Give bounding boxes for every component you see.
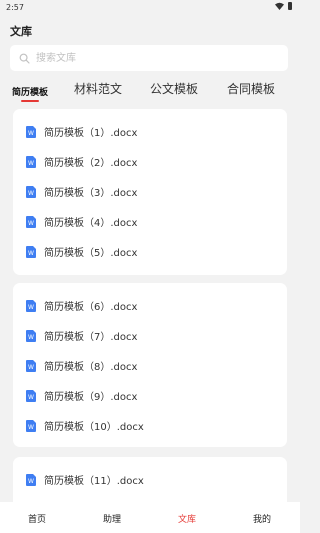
nav-assistant[interactable]: 助理 — [103, 512, 121, 525]
tab-resume-templates[interactable]: 简历模板 — [12, 85, 49, 102]
word-document-icon: W — [26, 155, 36, 168]
search-icon — [19, 53, 30, 64]
tab-official-templates[interactable]: 公文模板 — [150, 80, 198, 97]
nav-home[interactable]: 首页 — [28, 512, 46, 525]
file-row[interactable]: W 简历模板（10）.docx — [26, 418, 144, 433]
battery-icon — [288, 2, 292, 10]
word-document-icon: W — [26, 125, 36, 138]
file-name: 简历模板（8）.docx — [44, 362, 138, 373]
word-document-icon: W — [26, 389, 36, 402]
search-bar[interactable] — [10, 45, 288, 71]
file-row[interactable]: W 简历模板（3）.docx — [26, 184, 137, 199]
svg-text:W: W — [28, 220, 34, 227]
svg-text:W: W — [28, 304, 34, 311]
active-tab-indicator — [21, 100, 39, 102]
tab-label: 简历模板 — [12, 88, 49, 98]
file-name: 简历模板（4）.docx — [44, 218, 138, 229]
file-group-card: W 简历模板（1）.docx W 简历模板（2）.docx W 简历模板（3）.… — [13, 109, 287, 275]
tab-contract-templates[interactable]: 合同模板 — [227, 80, 275, 97]
search-input[interactable] — [34, 51, 268, 65]
svg-text:W: W — [28, 130, 34, 137]
svg-text:W: W — [28, 394, 34, 401]
file-name: 简历模板（2）.docx — [44, 158, 138, 169]
svg-text:W: W — [28, 478, 34, 485]
file-row[interactable]: W 简历模板（1）.docx — [26, 124, 137, 139]
file-row[interactable]: W 简历模板（6）.docx — [26, 298, 137, 313]
file-name: 简历模板（3）.docx — [44, 188, 138, 199]
file-row[interactable]: W 简历模板（4）.docx — [26, 214, 137, 229]
word-document-icon: W — [26, 185, 36, 198]
word-document-icon: W — [26, 299, 36, 312]
nav-library[interactable]: 文库 — [178, 512, 196, 525]
word-document-icon: W — [26, 419, 36, 432]
page-title: 文库 — [10, 25, 32, 38]
file-name: 简历模板（5）.docx — [44, 248, 138, 259]
file-name: 简历模板（7）.docx — [44, 332, 138, 343]
svg-text:W: W — [28, 160, 34, 167]
word-document-icon: W — [26, 245, 36, 258]
file-row[interactable]: W 简历模板（2）.docx — [26, 154, 137, 169]
nav-profile[interactable]: 我的 — [253, 512, 271, 525]
status-bar: 2:57 — [0, 0, 300, 14]
word-document-icon: W — [26, 473, 36, 486]
file-row[interactable]: W 简历模板（11）.docx — [26, 472, 144, 487]
wifi-icon — [275, 2, 284, 10]
category-tabs: 简历模板 材料范文 公文模板 合同模板 — [0, 80, 300, 102]
svg-text:W: W — [28, 250, 34, 257]
file-name: 简历模板（10）.docx — [44, 422, 144, 433]
tab-label: 合同模板 — [227, 82, 276, 96]
word-document-icon: W — [26, 329, 36, 342]
tab-label: 材料范文 — [74, 82, 123, 96]
tab-material-samples[interactable]: 材料范文 — [74, 80, 122, 97]
tab-label: 公文模板 — [150, 82, 199, 96]
status-icons — [275, 2, 292, 10]
file-name: 简历模板（11）.docx — [44, 476, 144, 487]
svg-text:W: W — [28, 424, 34, 431]
word-document-icon: W — [26, 359, 36, 372]
file-row[interactable]: W 简历模板（9）.docx — [26, 388, 137, 403]
svg-text:W: W — [28, 364, 34, 371]
bottom-navigation: 首页 助理 文库 我的 — [0, 502, 300, 533]
file-name: 简历模板（9）.docx — [44, 392, 138, 403]
status-time: 2:57 — [6, 3, 24, 12]
word-document-icon: W — [26, 215, 36, 228]
file-row[interactable]: W 简历模板（7）.docx — [26, 328, 137, 343]
file-row[interactable]: W 简历模板（8）.docx — [26, 358, 137, 373]
svg-text:W: W — [28, 334, 34, 341]
file-row[interactable]: W 简历模板（5）.docx — [26, 244, 137, 259]
file-group-card: W 简历模板（6）.docx W 简历模板（7）.docx W 简历模板（8）.… — [13, 283, 287, 447]
file-name: 简历模板（6）.docx — [44, 302, 138, 313]
file-name: 简历模板（1）.docx — [44, 128, 138, 139]
svg-text:W: W — [28, 190, 34, 197]
